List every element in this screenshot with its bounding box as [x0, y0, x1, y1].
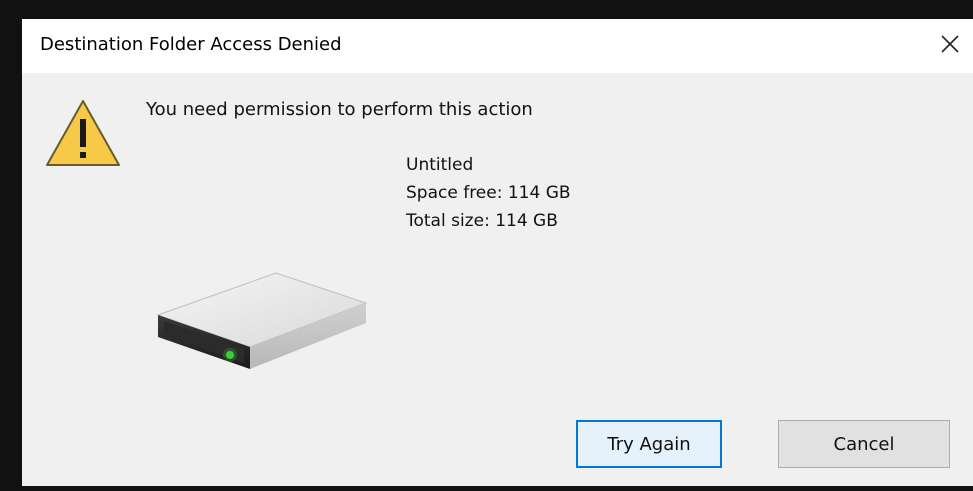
drive-total-size: Total size: 114 GB	[406, 211, 558, 231]
warning-icon	[46, 100, 120, 166]
title-bar: Destination Folder Access Denied	[22, 19, 973, 73]
drive-space-free: Space free: 114 GB	[406, 183, 571, 203]
dialog-title: Destination Folder Access Denied	[40, 34, 342, 55]
error-message: You need permission to perform this acti…	[146, 99, 533, 120]
drive-name: Untitled	[406, 155, 474, 175]
drive-details: Untitled Space free: 114 GB Total size: …	[406, 151, 571, 235]
access-denied-dialog: Destination Folder Access Denied You nee…	[22, 19, 973, 486]
hard-drive-icon	[156, 272, 368, 369]
try-again-button[interactable]: Try Again	[576, 420, 722, 468]
close-icon	[941, 35, 959, 53]
cancel-button[interactable]: Cancel	[778, 420, 950, 468]
screenshot-frame: Destination Folder Access Denied You nee…	[0, 0, 973, 491]
close-button[interactable]	[927, 19, 973, 73]
